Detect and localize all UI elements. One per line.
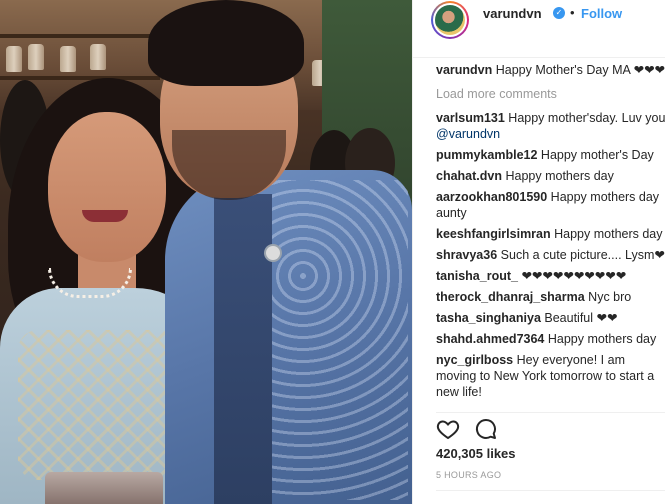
load-more-comments-button[interactable]: Load more comments (436, 87, 557, 101)
comment-username[interactable]: tanisha_rout_ (436, 269, 518, 283)
jacket-brooch (266, 246, 280, 260)
avatar[interactable] (431, 1, 469, 39)
comment-username[interactable]: therock_dhanraj_sharma (436, 290, 585, 304)
comment-item: shravya36 Such a cute picture.... Lysm❤❤ (436, 247, 665, 263)
comment-username[interactable]: aarzookhan801590 (436, 190, 547, 204)
comment-item: chahat.dvn Happy mothers day (436, 168, 665, 184)
comments-list: varlsum131 Happy mother'sday. Luv you @v… (436, 110, 665, 405)
post-caption: varundvn Happy Mother's Day MA ❤❤❤ (436, 62, 665, 77)
follow-button[interactable]: Follow (581, 6, 622, 21)
comment-text: Such a cute picture.... Lysm❤❤ (500, 248, 665, 262)
heart-icon[interactable] (436, 417, 460, 441)
caption-username[interactable]: varundvn (436, 63, 492, 77)
comment-username[interactable]: nyc_girlboss (436, 353, 513, 367)
comment-text: Happy mother'sday. Luv you (508, 111, 665, 125)
clutch-bag (45, 472, 163, 504)
comment-username[interactable]: shravya36 (436, 248, 497, 262)
comment-username[interactable]: tasha_singhaniya (436, 311, 541, 325)
comment-item: nyc_girlboss Hey everyone! I am moving t… (436, 352, 665, 400)
likes-count[interactable]: 420,305 likes (436, 446, 516, 461)
comment-text: Happy mothers day (505, 169, 614, 183)
woman-smile (82, 210, 128, 222)
comment-username[interactable]: pummykamble12 (436, 148, 537, 162)
comment-text: Happy mother's Day (540, 148, 654, 162)
post-header: varundvn ✓ • Follow (413, 0, 665, 58)
shelf-jar (6, 46, 22, 72)
divider (436, 490, 665, 491)
man-shirt (214, 194, 272, 504)
comment-text: Beautiful ❤❤ (544, 311, 618, 325)
comment-item: aarzookhan801590 Happy mothers day aunty (436, 189, 665, 221)
comment-item: shahd.ahmed7364 Happy mothers day (436, 331, 665, 347)
comment-item: tanisha_rout_ ❤❤❤❤❤❤❤❤❤❤ (436, 268, 665, 284)
verified-badge-icon: ✓ (553, 7, 565, 19)
comment-item: tasha_singhaniya Beautiful ❤❤ (436, 310, 665, 326)
comment-username[interactable]: varlsum131 (436, 111, 505, 125)
jacket-pattern (258, 180, 408, 500)
comment-item: therock_dhanraj_sharma Nyc bro (436, 289, 665, 305)
comment-text: Happy mothers day (547, 332, 657, 346)
comment-username[interactable]: keeshfangirlsimran (436, 227, 551, 241)
separator-dot: • (570, 5, 575, 20)
comment-text: ❤❤❤❤❤❤❤❤❤❤ (521, 269, 627, 283)
comment-bubble-icon[interactable] (474, 417, 498, 441)
dress-embroidery (18, 330, 178, 480)
post-timestamp: 5 HOURS AGO (436, 470, 502, 480)
man-hair (148, 0, 304, 86)
caption-text: Happy Mother's Day MA ❤❤❤ (495, 63, 665, 77)
comment-username[interactable]: chahat.dvn (436, 169, 502, 183)
comment-mention[interactable]: @varundvn (436, 127, 500, 141)
post-side-panel: varundvn ✓ • Follow varundvn Happy Mothe… (412, 0, 665, 504)
shelf-jar (28, 44, 44, 70)
woman-face (48, 112, 166, 262)
shelf-jar (90, 44, 106, 70)
post-photo[interactable] (0, 0, 412, 504)
comment-item: varlsum131 Happy mother'sday. Luv you @v… (436, 110, 665, 142)
comment-text: Nyc bro (588, 290, 632, 304)
post-author-username[interactable]: varundvn (483, 6, 542, 21)
post-actions (436, 412, 665, 440)
comment-username[interactable]: shahd.ahmed7364 (436, 332, 544, 346)
shelf-divider (0, 34, 160, 38)
comment-item: pummykamble12 Happy mother's Day (436, 147, 665, 163)
shelf-jar (60, 46, 76, 72)
comment-text: Happy mothers day (554, 227, 663, 241)
comment-item: keeshfangirlsimran Happy mothers day (436, 226, 665, 242)
